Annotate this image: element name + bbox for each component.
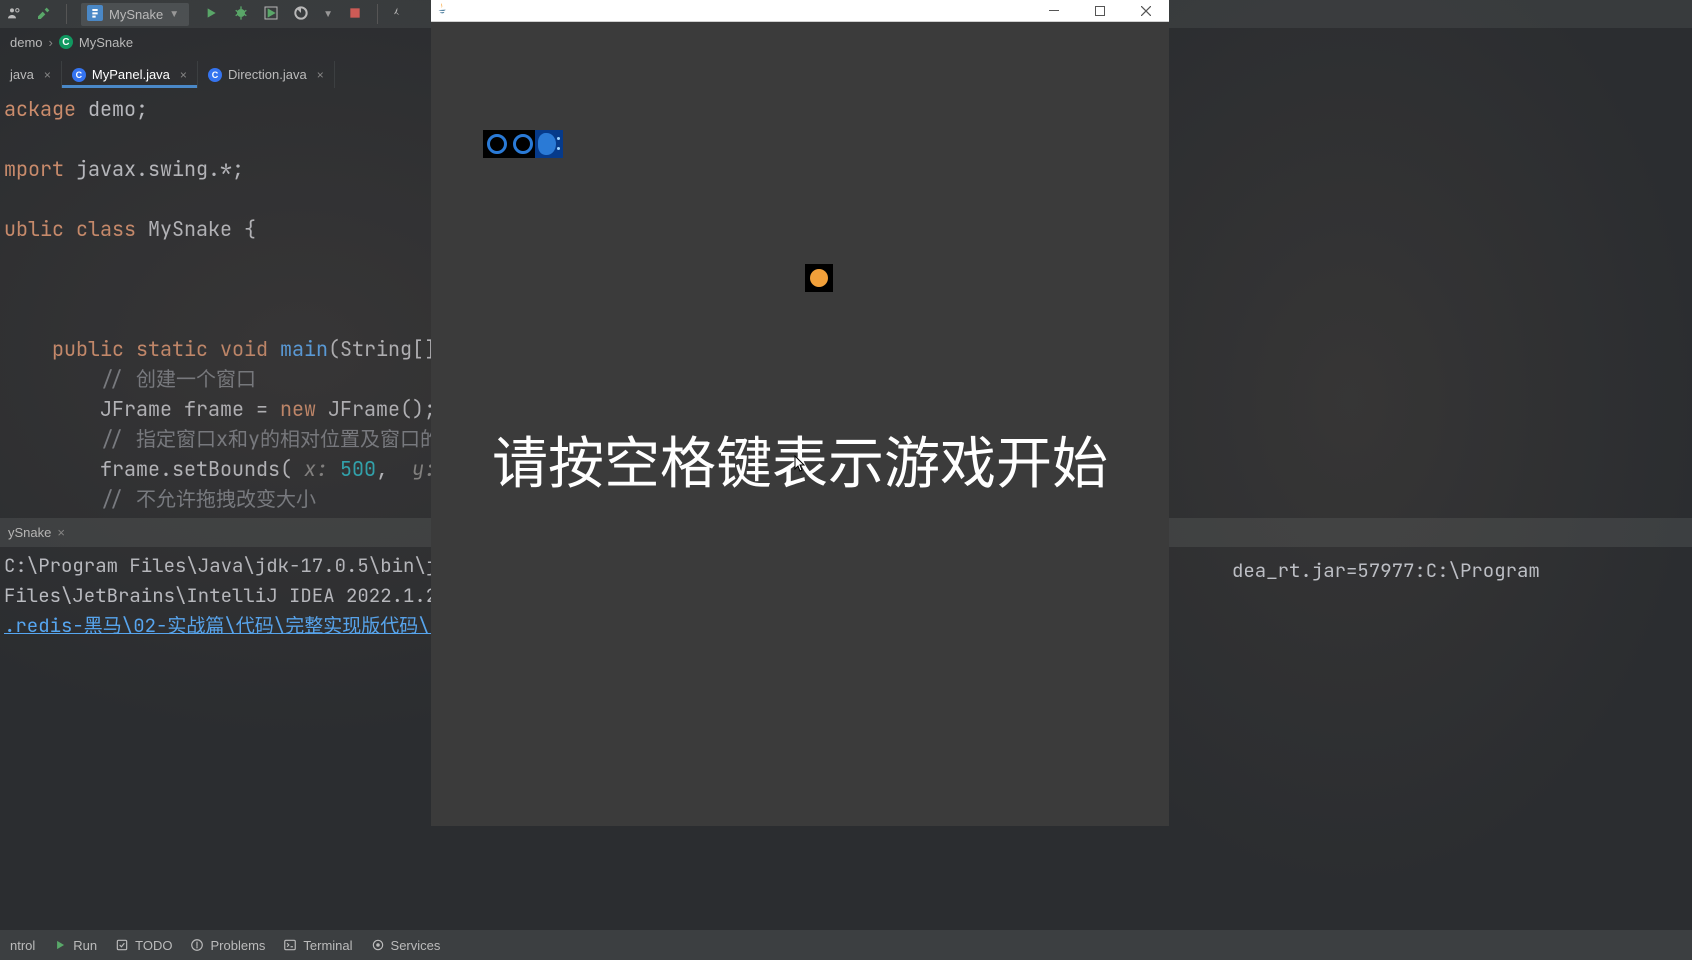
maximize-button[interactable] — [1077, 0, 1123, 22]
close-button[interactable] — [1123, 0, 1169, 22]
profile-icon[interactable] — [293, 5, 309, 24]
coverage-icon[interactable] — [263, 5, 279, 24]
start-prompt: 请按空格键表示游戏开始 — [492, 419, 1108, 500]
problems-tab[interactable]: Problems — [190, 938, 265, 953]
close-icon[interactable]: × — [57, 525, 65, 540]
breadcrumb-pkg[interactable]: demo — [10, 35, 43, 50]
bottom-toolbar: ntrol Run TODO Problems Terminal Service… — [0, 930, 1692, 960]
close-icon[interactable]: × — [44, 68, 51, 82]
close-icon[interactable]: × — [317, 68, 324, 82]
tab-direction[interactable]: C Direction.java × — [198, 61, 335, 88]
breadcrumb-file[interactable]: MySnake — [79, 35, 133, 50]
tab-label: MyPanel.java — [92, 67, 170, 82]
users-icon[interactable] — [6, 5, 22, 24]
run-tab[interactable]: Run — [53, 938, 97, 953]
debug-icon[interactable] — [233, 5, 249, 24]
snake-body-segment — [509, 130, 537, 158]
console-output-right: dea_rt.jar=57977:C:\Program — [1232, 520, 1692, 630]
translate-icon[interactable] — [392, 5, 408, 24]
class-icon: C — [59, 35, 73, 49]
game-canvas[interactable]: 请按空格键表示游戏开始 — [431, 22, 1169, 826]
java-app-icon — [435, 2, 449, 19]
dropdown-icon: ▼ — [169, 9, 179, 20]
services-tab[interactable]: Services — [371, 938, 441, 953]
game-window: 请按空格键表示游戏开始 — [431, 0, 1169, 826]
todo-tab[interactable]: TODO — [115, 938, 172, 953]
minimize-button[interactable] — [1031, 0, 1077, 22]
class-icon: C — [208, 68, 222, 82]
run-tab-label: ySnake — [8, 525, 51, 540]
tab-mypanel[interactable]: C MyPanel.java × — [62, 61, 198, 88]
stop-icon[interactable] — [347, 5, 363, 24]
window-titlebar[interactable] — [431, 0, 1169, 22]
hammer-icon[interactable] — [36, 5, 52, 24]
snake-body-segment — [483, 130, 511, 158]
class-icon: C — [72, 68, 86, 82]
run-config-label: MySnake — [109, 7, 163, 22]
vcs-tab[interactable]: ntrol — [10, 938, 35, 953]
more-run-icon[interactable]: ▼ — [323, 9, 333, 20]
terminal-tab[interactable]: Terminal — [283, 938, 352, 953]
close-icon[interactable]: × — [180, 68, 187, 82]
snake-head — [535, 130, 563, 158]
run-icon[interactable] — [203, 5, 219, 24]
java-icon — [87, 5, 103, 24]
run-config-selector[interactable]: MySnake ▼ — [81, 3, 189, 26]
tab-java[interactable]: java × — [0, 61, 62, 88]
chevron-right-icon: › — [49, 35, 53, 50]
snake-food — [805, 264, 833, 292]
tab-label: Direction.java — [228, 67, 307, 82]
tab-label: java — [10, 67, 34, 82]
